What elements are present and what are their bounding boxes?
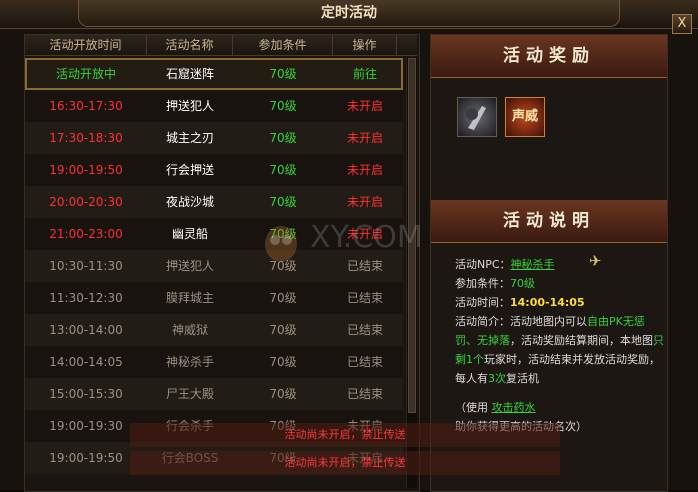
- activity-time-cell: 21:00-23:00: [49, 227, 123, 241]
- activity-action-cell[interactable]: 已结束: [333, 282, 397, 314]
- header-condition: 参加条件: [233, 35, 333, 55]
- activity-condition-cell: 70级: [269, 355, 297, 369]
- scheduled-activities-window: 定时活动 X 活动开放时间 活动名称 参加条件 操作 活动开放中 石窟迷阵 70级 前…: [0, 0, 698, 492]
- activity-name-cell: 行会押送: [165, 163, 214, 177]
- table-row[interactable]: 20:00-20:30 夜战沙城 70级 未开启: [25, 186, 403, 218]
- activity-condition-cell: 70级: [269, 291, 297, 305]
- prestige-icon[interactable]: 声威: [505, 97, 545, 137]
- activity-name-cell: 城主之刃: [165, 131, 214, 145]
- table-row[interactable]: 17:30-18:30 城主之刃 70级 未开启: [25, 122, 403, 154]
- activity-name-cell: 神威狱: [171, 323, 208, 337]
- activity-time-cell: 20:00-20:30: [49, 195, 123, 209]
- condition-value: 70级: [510, 277, 535, 290]
- activity-action-cell[interactable]: 前往: [333, 58, 397, 90]
- watermark: XY.COM: [310, 220, 423, 255]
- description-body: 活动NPC：神秘杀手 ✈ 参加条件：70级 活动时间：14:00-14:05 活…: [455, 252, 665, 436]
- activity-action-cell[interactable]: 已结束: [333, 314, 397, 346]
- table-row[interactable]: 13:00-14:00 神威狱 70级 已结束: [25, 314, 403, 346]
- close-button[interactable]: X: [672, 14, 692, 34]
- time-label: 活动时间：: [455, 296, 510, 309]
- intro-e: 玩家时，活动结束并发放活动奖励，每人有: [455, 353, 660, 385]
- rewards-title: 活动奖励: [431, 35, 667, 78]
- title-bar: 定时活动: [0, 0, 698, 29]
- notice-banner-1: 活动尚未开启，禁止传送: [130, 423, 560, 447]
- activity-name-cell: 夜战沙城: [165, 195, 214, 209]
- header-action: 操作: [333, 35, 397, 55]
- activity-time-cell: 10:30-11:30: [49, 259, 123, 273]
- activity-time-cell: 13:00-14:00: [49, 323, 123, 337]
- activity-condition-cell: 70级: [269, 163, 297, 177]
- activity-action-cell[interactable]: 已结束: [333, 378, 397, 410]
- sword-warrior-icon[interactable]: [457, 97, 497, 137]
- header-name: 活动名称: [147, 35, 233, 55]
- activity-time-cell: 活动开放中: [55, 67, 116, 81]
- window-title: 定时活动: [78, 0, 620, 27]
- tip-a: （使用: [455, 401, 492, 414]
- activity-action-cell[interactable]: 未开启: [333, 122, 397, 154]
- activity-time-cell: 19:00-19:50: [49, 451, 123, 465]
- activity-time-cell: 15:00-15:30: [49, 387, 123, 401]
- table-header: 活动开放时间 活动名称 参加条件 操作: [25, 35, 417, 56]
- activity-condition-cell: 70级: [269, 99, 297, 113]
- intro-a: 活动地图内可以: [510, 315, 587, 328]
- table-row[interactable]: 11:30-12:30 膜拜城主 70级 已结束: [25, 282, 403, 314]
- intro-g: 复活机: [506, 372, 539, 385]
- table-rows: 活动开放中 石窟迷阵 70级 前往 16:30-17:30 押送犯人 70级 未开启 17:30…: [25, 58, 403, 474]
- notice-banner-2: 活动尚未开启，禁止传送: [130, 451, 560, 475]
- activity-action-cell[interactable]: 未开启: [333, 154, 397, 186]
- activity-condition-cell: 70级: [269, 131, 297, 145]
- activity-time-cell: 17:30-18:30: [49, 131, 123, 145]
- table-row[interactable]: 活动开放中 石窟迷阵 70级 前往: [25, 58, 403, 90]
- activity-condition-cell: 70级: [269, 387, 297, 401]
- activity-name-cell: 幽灵船: [171, 227, 208, 241]
- activity-time-cell: 19:00-19:50: [49, 163, 123, 177]
- intro-f: 3次: [488, 372, 506, 385]
- condition-label: 参加条件：: [455, 277, 510, 290]
- activity-time-cell: 14:00-14:05: [49, 355, 123, 369]
- activity-condition-cell: 70级: [269, 195, 297, 209]
- owl-watermark-icon: [265, 226, 297, 262]
- teleport-icon[interactable]: ✈: [589, 252, 602, 271]
- activity-condition-cell: 70级: [269, 323, 297, 337]
- table-row[interactable]: 15:00-15:30 尸王大殿 70级 已结束: [25, 378, 403, 410]
- table-row[interactable]: 14:00-14:05 神秘杀手 70级 已结束: [25, 346, 403, 378]
- attack-potion-link[interactable]: 攻击药水: [492, 401, 536, 414]
- description-title: 活动说明: [431, 200, 667, 243]
- activity-action-cell[interactable]: 未开启: [333, 186, 397, 218]
- activity-name-cell: 押送犯人: [165, 259, 214, 273]
- activity-name-cell: 膜拜城主: [165, 291, 214, 305]
- activity-time-cell: 19:00-19:30: [49, 419, 123, 433]
- time-value: 14:00-14:05: [510, 296, 585, 309]
- activity-action-cell[interactable]: 已结束: [333, 346, 397, 378]
- activity-name-cell: 神秘杀手: [165, 355, 214, 369]
- intro-c: ，活动奖励结算期间，本地图: [510, 334, 653, 347]
- activity-condition-cell: 70级: [269, 67, 297, 81]
- table-row[interactable]: 16:30-17:30 押送犯人 70级 未开启: [25, 90, 403, 122]
- activity-name-cell: 石窟迷阵: [165, 67, 214, 81]
- table-row[interactable]: 19:00-19:50 行会押送 70级 未开启: [25, 154, 403, 186]
- header-time: 活动开放时间: [25, 35, 147, 55]
- activity-name-cell: 尸王大殿: [165, 387, 214, 401]
- activity-time-cell: 11:30-12:30: [49, 291, 123, 305]
- npc-label: 活动NPC：: [455, 258, 511, 271]
- intro-label: 活动简介：: [455, 315, 510, 328]
- activity-action-cell[interactable]: 未开启: [333, 90, 397, 122]
- prestige-badge-text: 声威: [511, 109, 538, 124]
- activity-time-cell: 16:30-17:30: [49, 99, 123, 113]
- npc-link[interactable]: 神秘杀手: [511, 258, 555, 271]
- activity-name-cell: 押送犯人: [165, 99, 214, 113]
